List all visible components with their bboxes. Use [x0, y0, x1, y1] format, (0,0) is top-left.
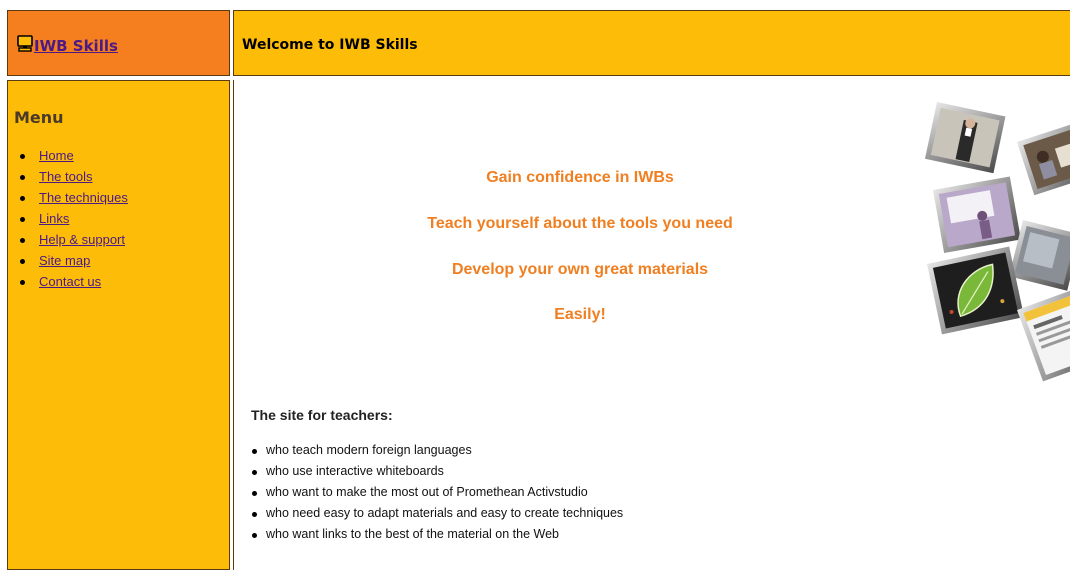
- menu-item-home: Home: [8, 147, 128, 168]
- page-title: Welcome to IWB Skills: [242, 37, 418, 53]
- photo-teacher: [925, 102, 1006, 174]
- menu-link-help[interactable]: Help & support: [39, 232, 125, 247]
- menu-item-techniques: The techniques: [8, 189, 128, 210]
- photo-software: [1017, 286, 1070, 382]
- menu-link-contact[interactable]: Contact us: [39, 274, 101, 289]
- sidebar: Menu Home The tools The techniques Links…: [7, 80, 230, 570]
- list-item: who use interactive whiteboards: [251, 463, 623, 484]
- logo-link[interactable]: IWB Skills: [17, 35, 118, 55]
- photo-collage: [925, 102, 1070, 382]
- photo-leaf-screen: [927, 246, 1025, 335]
- menu-link-sitemap[interactable]: Site map: [39, 253, 90, 268]
- menu-item-tools: The tools: [8, 168, 128, 189]
- menu-link-home[interactable]: Home: [39, 148, 74, 163]
- list-item: who want to make the most out of Prometh…: [251, 484, 623, 505]
- menu-item-sitemap: Site map: [8, 252, 128, 273]
- photo-whiteboard: [933, 176, 1021, 254]
- list-item: who want links to the best of the materi…: [251, 526, 623, 547]
- menu-link-links[interactable]: Links: [39, 211, 69, 226]
- logo-cell: IWB Skills: [7, 10, 230, 76]
- menu-link-techniques[interactable]: The techniques: [39, 190, 128, 205]
- menu-list: Home The tools The techniques Links Help…: [8, 147, 128, 294]
- teacher-list: who teach modern foreign languages who u…: [251, 442, 623, 547]
- tagline-teach: Teach yourself about the tools you need: [427, 215, 733, 232]
- menu-item-contact: Contact us: [8, 273, 128, 294]
- menu-item-help: Help & support: [8, 231, 128, 252]
- menu-item-links: Links: [8, 210, 128, 231]
- main-left-border: [233, 80, 234, 570]
- section-title: The site for teachers:: [251, 407, 393, 423]
- tagline-develop: Develop your own great materials: [451, 261, 709, 278]
- menu-link-tools[interactable]: The tools: [39, 169, 92, 184]
- logo-text: IWB Skills: [34, 37, 118, 55]
- monitor-icon: [17, 35, 33, 52]
- tagline-confidence: Gain confidence in IWBs: [486, 169, 674, 186]
- tagline-easily: Easily!: [554, 306, 606, 323]
- photo-students: [1017, 120, 1070, 196]
- menu-title: Menu: [14, 108, 64, 127]
- list-item: who teach modern foreign languages: [251, 442, 623, 463]
- list-item: who need easy to adapt materials and eas…: [251, 505, 623, 526]
- header: Welcome to IWB Skills: [233, 10, 1070, 76]
